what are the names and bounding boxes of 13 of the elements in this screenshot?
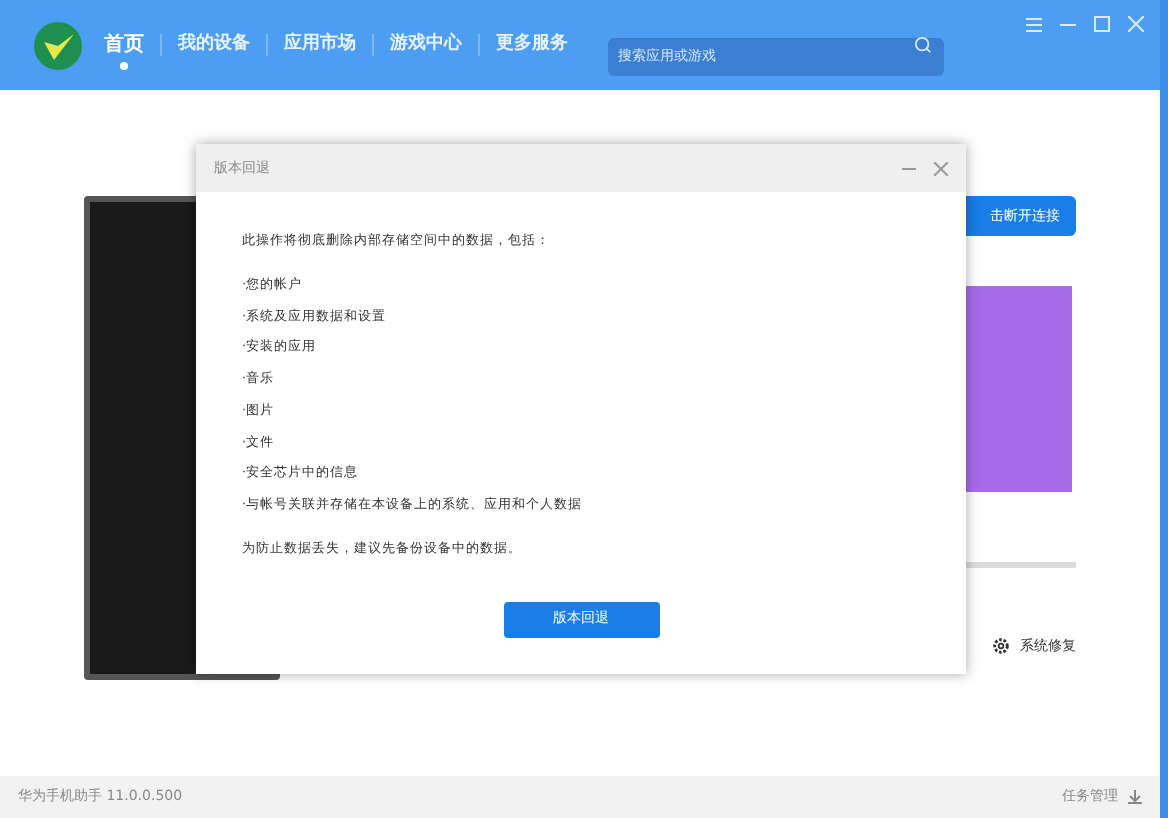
nav-tab[interactable]: 更多服务 (496, 31, 568, 59)
close-icon[interactable] (934, 161, 948, 175)
nav-tab[interactable]: 首页 (104, 30, 144, 60)
minimize-icon[interactable] (902, 167, 916, 169)
maximize-icon[interactable] (1094, 16, 1110, 32)
search-icon (914, 36, 932, 54)
app-logo-icon (34, 21, 82, 69)
menu-icon[interactable] (1026, 17, 1042, 31)
nav-tab[interactable]: 我的设备 (178, 31, 250, 59)
gear-icon[interactable] (992, 636, 1010, 657)
nav-tab[interactable]: 游戏中心 (390, 31, 462, 59)
download-icon[interactable] (1128, 790, 1142, 804)
nav-tab[interactable]: 应用市场 (284, 31, 356, 59)
